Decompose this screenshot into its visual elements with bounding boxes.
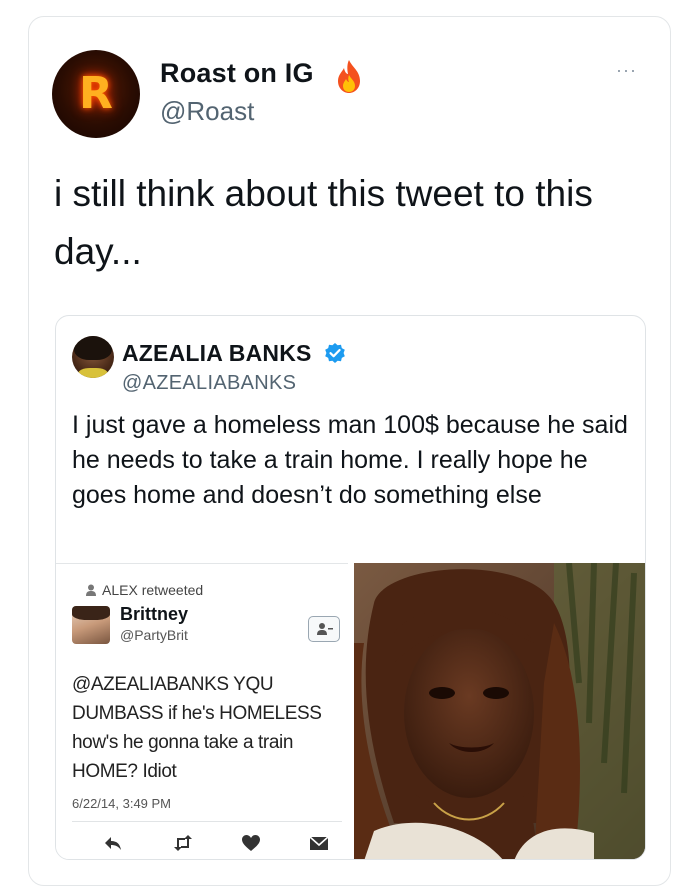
quoted-avatar[interactable] xyxy=(72,336,114,378)
reaction-photo xyxy=(354,563,645,859)
retweeted-by-label: ALEX retweeted xyxy=(102,582,204,598)
person-icon xyxy=(86,584,96,596)
fire-icon xyxy=(338,60,360,93)
more-options-icon[interactable]: ··· xyxy=(616,60,637,81)
quoted-tweet-text: I just gave a homeless man 100$ because … xyxy=(72,411,628,509)
message-icon xyxy=(309,836,329,850)
embedded-tweet-screenshot: ALEX retweeted Brittney @PartyBrit @AZEA… xyxy=(56,563,348,859)
quoted-handle[interactable]: @AZEALIABANKS xyxy=(122,372,296,395)
divider xyxy=(72,821,342,822)
woman-photo-illustration xyxy=(354,563,645,859)
display-name[interactable]: Roast on IG xyxy=(160,58,314,89)
roast-logo: R xyxy=(79,68,113,119)
embedded-timestamp: 6/22/14, 3:49 PM xyxy=(72,796,172,811)
embedded-tweet-text: @AZEALIABANKS YQU DUMBASS if he's HOMELE… xyxy=(72,674,322,782)
tweet-text: i still think about this tweet to this d… xyxy=(54,173,593,272)
embedded-handle: @PartyBrit xyxy=(120,627,188,643)
profile-avatar[interactable]: R xyxy=(52,50,140,138)
embedded-display-name: Brittney xyxy=(120,604,189,624)
embedded-action-bar xyxy=(72,832,342,854)
quoted-tweet[interactable]: AZEALIA BANKS @AZEALIABANKS I just gave … xyxy=(55,315,646,860)
embedded-avatar xyxy=(72,606,110,644)
verified-badge-icon xyxy=(325,343,345,363)
follow-person-icon xyxy=(317,623,333,635)
reply-icon xyxy=(105,837,121,850)
retweet-icon xyxy=(174,835,192,851)
follow-button xyxy=(308,616,340,642)
like-icon xyxy=(242,835,260,851)
user-handle[interactable]: @Roast xyxy=(160,96,254,127)
quoted-display-name[interactable]: AZEALIA BANKS xyxy=(122,340,312,367)
